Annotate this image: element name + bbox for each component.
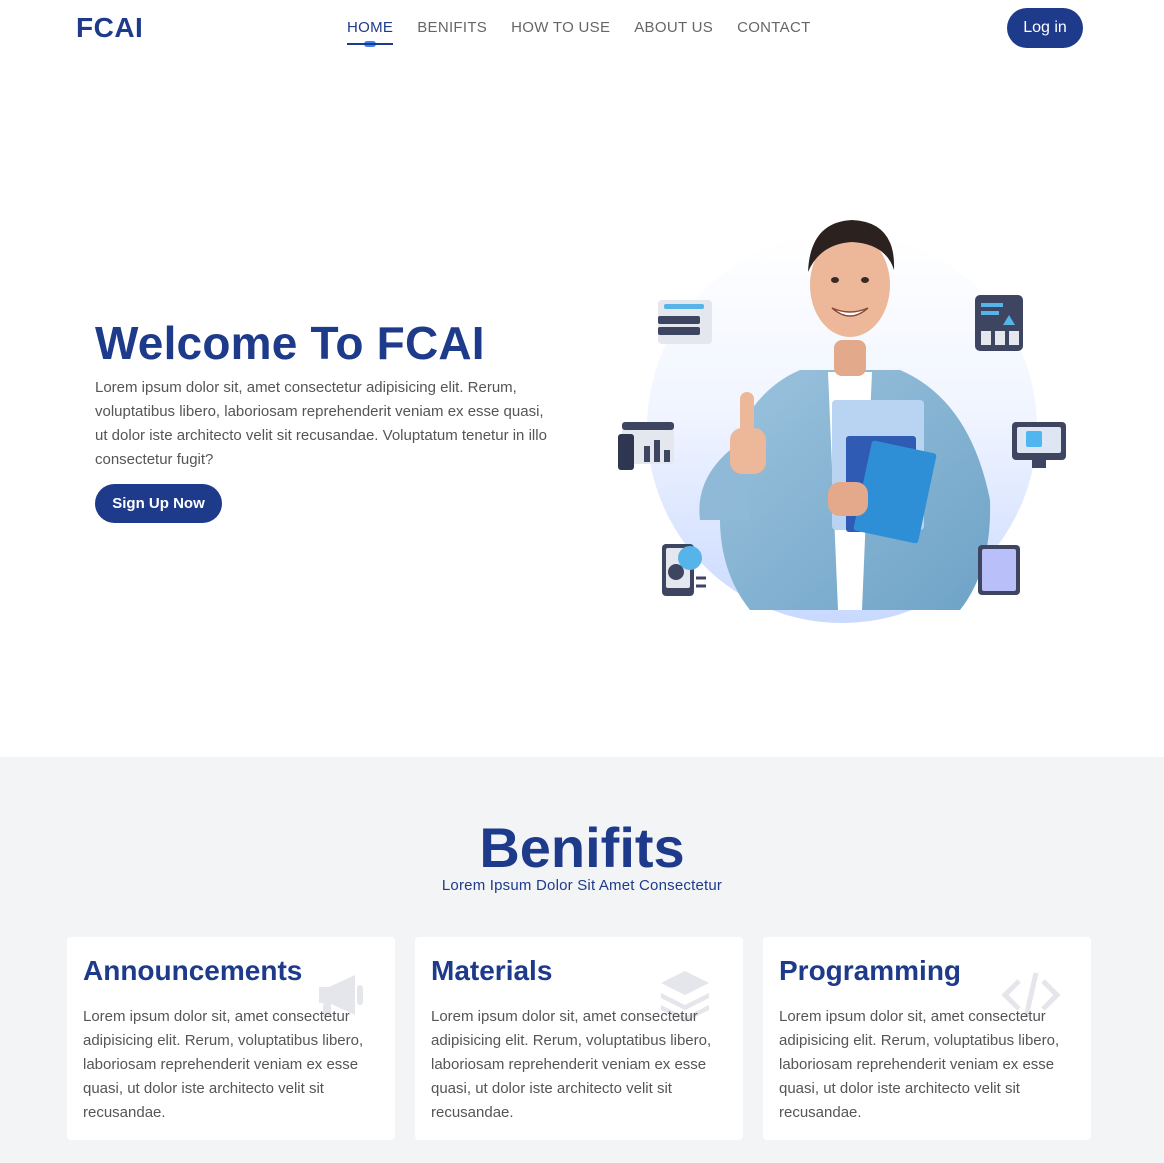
- card-text: Lorem ipsum dolor sit, amet consectetur …: [83, 1008, 364, 1121]
- tablet-icon: [978, 545, 1020, 595]
- card-title: Announcements: [83, 955, 303, 986]
- benefit-card-materials: Materials Lorem ipsum dolor sit, amet co…: [415, 937, 743, 1140]
- card-title: Materials: [431, 955, 553, 986]
- card-title: Programming: [779, 955, 962, 986]
- benefit-card-announcements: Announcements Lorem ipsum dolor sit, ame…: [67, 937, 395, 1140]
- nav-link-home[interactable]: HOME: [347, 19, 394, 47]
- hero-title: Welcome To FCAI: [95, 317, 485, 369]
- card-text: Lorem ipsum dolor sit, amet consectetur …: [431, 1008, 712, 1121]
- cloud-network-icon: [662, 544, 706, 596]
- login-button[interactable]: Log in: [1007, 8, 1083, 48]
- analytics-icon: [618, 422, 674, 470]
- sign-up-button[interactable]: Sign Up Now: [95, 484, 222, 523]
- nav-link-benifits[interactable]: BENIFITS: [417, 19, 487, 42]
- benefit-card-programming: Programming Lorem ipsum dolor sit, amet …: [763, 937, 1091, 1140]
- nav-link-how-to-use[interactable]: HOW TO USE: [511, 19, 610, 42]
- navbar: FCAI HOME BENIFITS HOW TO USE ABOUT US C…: [0, 0, 1164, 60]
- nav-link-about-us[interactable]: ABOUT US: [634, 19, 713, 42]
- site-logo[interactable]: FCAI: [76, 12, 143, 44]
- benefits-subtitle: Lorem Ipsum Dolor Sit Amet Consectetur: [441, 877, 723, 894]
- dashboard-icon: [975, 295, 1023, 351]
- benefits-section: Benifits Lorem Ipsum Dolor Sit Amet Cons…: [0, 757, 1164, 1163]
- main-menu: HOME BENIFITS HOW TO USE ABOUT US CONTAC…: [347, 19, 811, 47]
- nav-link-contact[interactable]: CONTACT: [737, 19, 810, 42]
- hero-illustration: [618, 220, 1066, 623]
- server-icon: [658, 300, 712, 344]
- hero-description: Lorem ipsum dolor sit, amet consectetur …: [95, 379, 547, 468]
- benefits-title: Benifits: [479, 816, 685, 879]
- card-text: Lorem ipsum dolor sit, amet consectetur …: [779, 1008, 1060, 1121]
